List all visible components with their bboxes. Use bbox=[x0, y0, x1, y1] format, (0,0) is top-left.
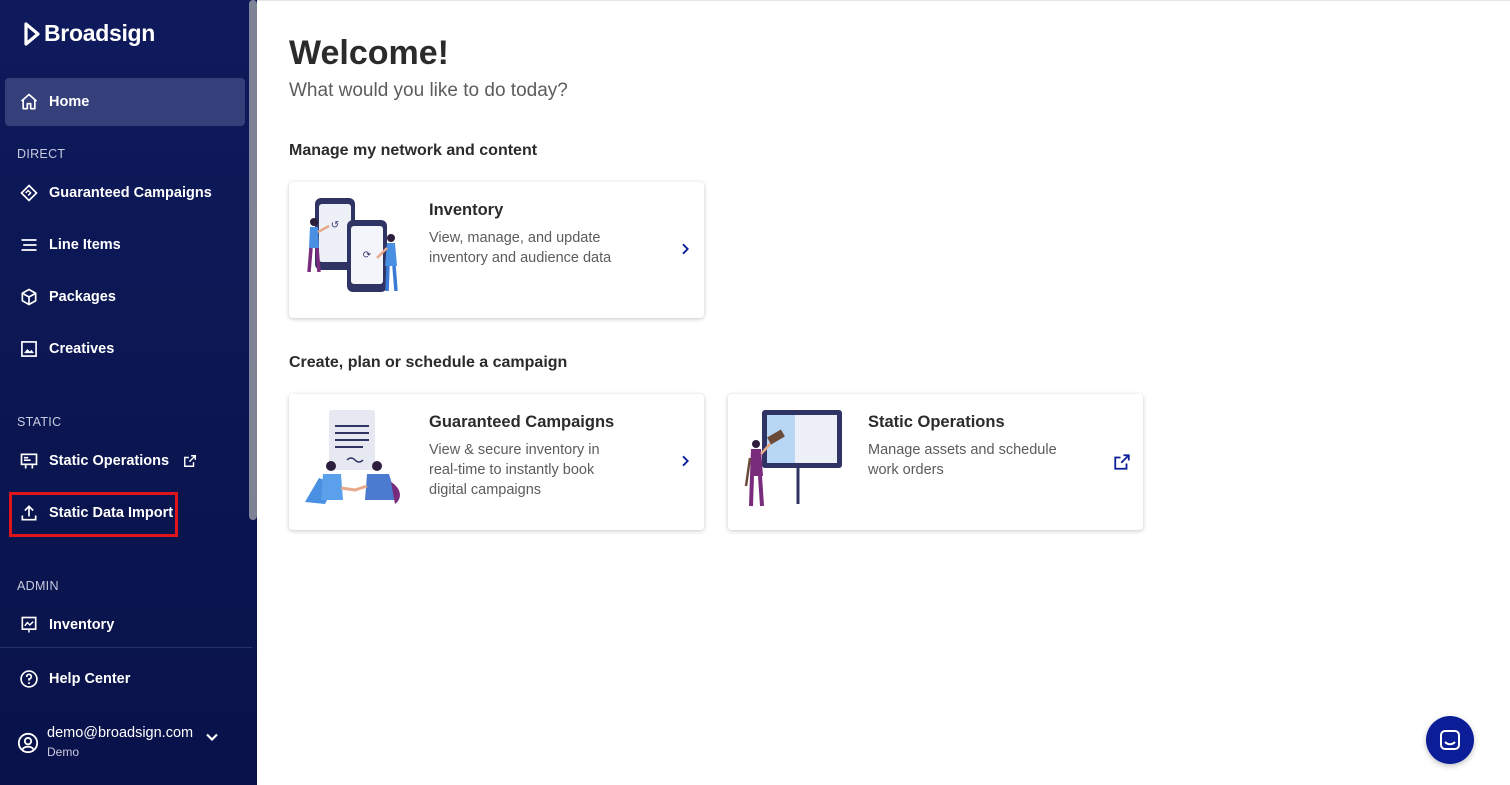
package-icon bbox=[17, 285, 41, 309]
sidebar-item-help-center[interactable]: Help Center bbox=[5, 655, 245, 703]
card-title: Static Operations bbox=[868, 413, 1005, 431]
card-title: Guaranteed Campaigns bbox=[429, 413, 615, 431]
sidebar-item-packages[interactable]: Packages bbox=[5, 273, 245, 321]
help-icon bbox=[17, 667, 41, 691]
sidebar-item-label: Packages bbox=[49, 289, 116, 305]
card-title: Inventory bbox=[429, 201, 504, 219]
main-content: Welcome! What would you like to do today… bbox=[257, 0, 1510, 785]
home-icon bbox=[17, 90, 41, 114]
card-guaranteed-campaigns[interactable]: Guaranteed Campaigns View & secure inven… bbox=[289, 394, 704, 530]
brand-name: Broadsign bbox=[44, 20, 156, 46]
user-avatar-icon bbox=[17, 732, 39, 754]
page-subtitle: What would you like to do today? bbox=[289, 80, 568, 101]
user-menu[interactable]: demo@broadsign.com Demo bbox=[17, 725, 193, 759]
chevron-right-icon bbox=[682, 243, 689, 255]
card-description: View, manage, and update inventory and a… bbox=[429, 230, 612, 266]
sidebar: Broadsign Home DIRECT Guaranteed Campaig… bbox=[0, 0, 257, 785]
section-title-network: Manage my network and content bbox=[289, 142, 538, 159]
sidebar-item-line-items[interactable]: Line Items bbox=[5, 221, 245, 269]
card-inventory[interactable]: ↺ ⟳ Inventory View, manage, and update i… bbox=[289, 182, 704, 318]
handshake-illustration bbox=[305, 410, 400, 504]
external-link-icon bbox=[184, 455, 197, 467]
section-title-campaign: Create, plan or schedule a campaign bbox=[289, 354, 568, 371]
billboard-illustration bbox=[744, 410, 842, 507]
sidebar-item-label: Creatives bbox=[49, 341, 115, 357]
sidebar-item-label: Home bbox=[49, 94, 90, 110]
sidebar-item-label: Help Center bbox=[49, 671, 131, 687]
image-icon bbox=[17, 337, 41, 361]
sidebar-item-label: Line Items bbox=[49, 237, 121, 253]
broadsign-logo-icon bbox=[24, 21, 40, 46]
sidebar-scrollbar[interactable] bbox=[249, 0, 257, 520]
sidebar-item-guaranteed-campaigns[interactable]: Guaranteed Campaigns bbox=[5, 169, 245, 217]
chevron-right-icon bbox=[682, 455, 689, 467]
sidebar-item-label: Inventory bbox=[49, 617, 115, 633]
svg-text:⟳: ⟳ bbox=[363, 250, 372, 261]
chevron-down-icon[interactable] bbox=[202, 727, 222, 747]
user-email: demo@broadsign.com bbox=[47, 725, 194, 741]
svg-text:↺: ↺ bbox=[331, 220, 339, 231]
billboard-icon bbox=[17, 449, 41, 473]
section-label-admin: ADMIN bbox=[17, 579, 59, 593]
section-label-static: STATIC bbox=[17, 415, 62, 429]
sidebar-item-inventory[interactable]: Inventory bbox=[5, 601, 245, 649]
card-description: Manage assets and schedule work orders bbox=[868, 442, 1057, 478]
chat-launcher-button[interactable] bbox=[1426, 716, 1474, 764]
sidebar-divider bbox=[0, 647, 252, 648]
sidebar-item-creatives[interactable]: Creatives bbox=[5, 325, 245, 373]
inventory-illustration: ↺ ⟳ bbox=[307, 198, 398, 292]
sidebar-item-label: Static Operations bbox=[49, 453, 170, 469]
screen-icon bbox=[17, 613, 41, 637]
sidebar-item-label: Guaranteed Campaigns bbox=[49, 185, 212, 201]
user-org: Demo bbox=[47, 745, 80, 759]
chat-icon bbox=[1440, 730, 1460, 750]
brand-logo[interactable]: Broadsign bbox=[24, 20, 155, 47]
card-description: View & secure inventory in real-time to … bbox=[429, 442, 600, 498]
page-title: Welcome! bbox=[289, 34, 449, 72]
sidebar-item-static-operations[interactable]: Static Operations bbox=[5, 437, 245, 485]
handshake-icon bbox=[17, 181, 41, 205]
lines-icon bbox=[17, 233, 41, 257]
highlight-box bbox=[9, 492, 178, 537]
external-link-icon bbox=[1114, 454, 1130, 470]
sidebar-item-home[interactable]: Home bbox=[5, 78, 245, 126]
section-label-direct: DIRECT bbox=[17, 147, 66, 161]
card-static-operations[interactable]: Static Operations Manage assets and sche… bbox=[728, 394, 1143, 530]
